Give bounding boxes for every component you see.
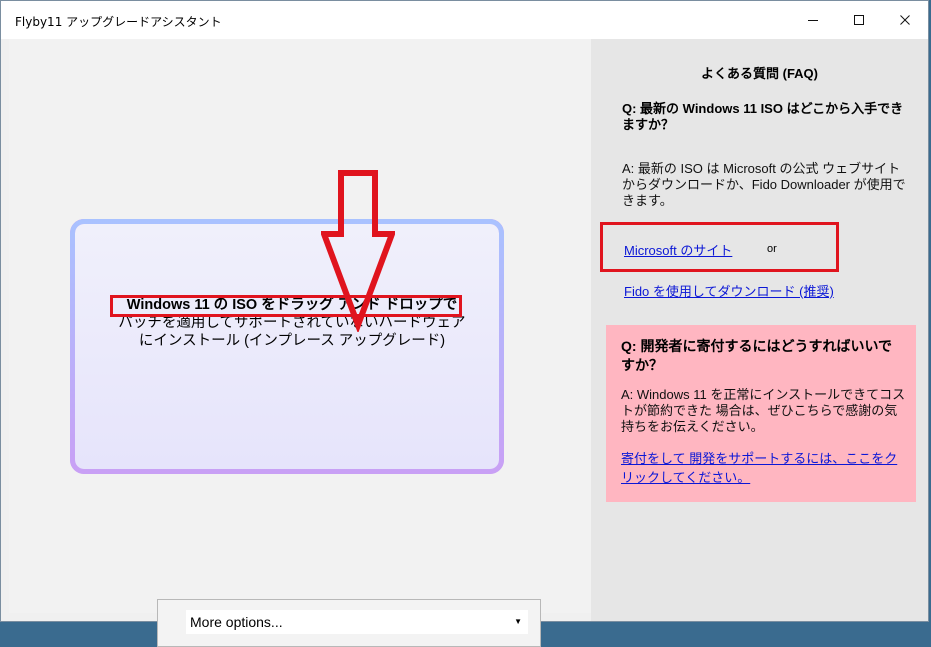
red-highlight-box-drop-text (110, 295, 462, 317)
title-bar[interactable]: Flyby11 アップグレードアシスタント (1, 1, 928, 39)
donate-link[interactable]: 寄付をして 開発をサポートするには、ここをクリックしてください。 (621, 449, 906, 487)
donate-panel: Q: 開発者に寄付するにはどうすればいいですか？ A: Windows 11 を… (606, 325, 916, 502)
close-button[interactable] (882, 1, 928, 39)
close-icon (900, 15, 910, 25)
faq-pane: よくある質問 (FAQ) Q: 最新の Windows 11 ISO はどこから… (591, 39, 928, 621)
drop-text-line3: にインストール (インプレース アップグレード) (138, 333, 446, 349)
minimize-icon (808, 20, 818, 21)
donate-answer: A: Windows 11 を正常にインストールできてコストが節約できた 場合は… (621, 387, 906, 434)
faq-question-iso: Q: 最新の Windows 11 ISO はどこから入手できますか？ (622, 101, 904, 132)
faq-title: よくある質問 (FAQ) (701, 66, 818, 81)
fido-download-link[interactable]: Fido を使用してダウンロード (推奨) (624, 281, 834, 300)
app-window: Flyby11 アップグレードアシスタント Windows 11 の ISO を… (0, 0, 929, 647)
more-options-dropdown[interactable]: More options... ▼ (186, 610, 528, 634)
left-pane: Windows 11 の ISO をドラッグ アンド ドロップで パッチを適用し… (9, 39, 591, 647)
iso-drop-zone[interactable]: Windows 11 の ISO をドラッグ アンド ドロップで パッチを適用し… (70, 219, 541, 647)
or-label: or (767, 243, 777, 255)
maximize-button[interactable] (836, 1, 882, 39)
faq-answer-iso: A: 最新の ISO は Microsoft の公式 ウェブサイトからダウンロー… (622, 161, 906, 208)
more-options-value: More options... (190, 614, 283, 630)
minimize-button[interactable] (790, 1, 836, 39)
donate-question: Q: 開発者に寄付するにはどうすればいいですか？ (621, 338, 893, 373)
down-arrow-annotation-icon (321, 170, 395, 332)
dropdown-arrow-icon: ▼ (514, 617, 522, 626)
window-title: Flyby11 アップグレードアシスタント (15, 15, 222, 29)
drop-text-line2: パッチを適用してサポートされていないハードウェア (118, 315, 466, 331)
options-frame: More options... ▼ (157, 599, 541, 647)
microsoft-site-link[interactable]: Microsoft のサイト (624, 240, 732, 259)
maximize-icon (854, 15, 864, 25)
